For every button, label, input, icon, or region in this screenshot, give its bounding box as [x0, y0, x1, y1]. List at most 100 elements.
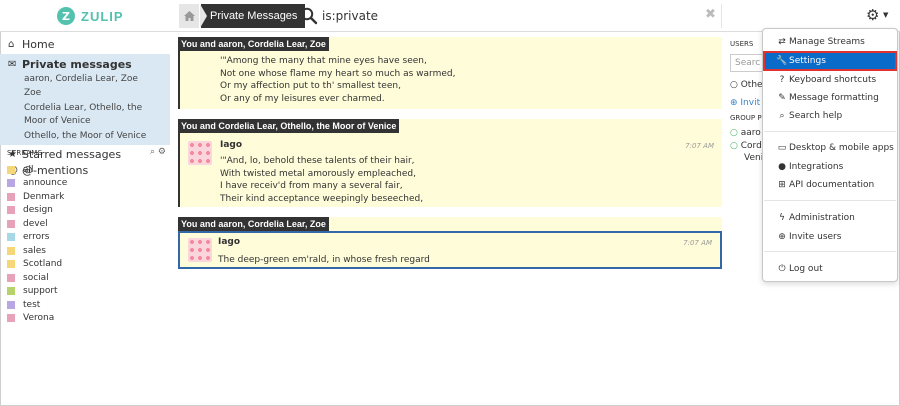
stream-item[interactable]: design	[7, 204, 67, 218]
message-line: Or any of my leisures ever charmed.	[220, 93, 385, 104]
question-circle-icon: ?	[779, 74, 785, 85]
menu-item-administration[interactable]: ϟ Administration	[764, 209, 896, 226]
pm-thread[interactable]: Cordelia Lear, Othello, the	[0, 102, 170, 115]
stream-name: announce	[23, 178, 68, 189]
stream-name: design	[23, 205, 53, 216]
stream-item[interactable]: Denmark	[7, 190, 67, 204]
recipient-header[interactable]: You and aaron, Cordelia Lear, Zoe	[178, 217, 329, 231]
nav-home[interactable]: ⌂ Home	[0, 37, 178, 52]
stream-color-swatch	[7, 246, 15, 255]
stream-item[interactable]: errors	[7, 231, 67, 245]
stream-color-swatch	[7, 206, 15, 215]
stream-name: Denmark	[23, 191, 65, 202]
desktop-icon: ▭	[777, 142, 787, 153]
stream-item[interactable]: all	[7, 163, 67, 177]
message-line: Their kind acceptance weepingly beseeche…	[220, 193, 424, 204]
breadcrumb-private-messages[interactable]: Private Messages	[199, 4, 306, 28]
menu-item-label: Settings	[789, 56, 826, 66]
recipient-bar[interactable]: You and aaron, Cordelia Lear, Zoe	[178, 217, 722, 231]
stream-list: all announce Denmark design devel errors sales…	[7, 163, 67, 325]
group-pm-label: Cord	[740, 141, 762, 151]
menu-item-label: API documentation	[789, 179, 875, 190]
stream-item[interactable]: announce	[7, 177, 67, 191]
private-messages-section: ✉ Private messages aaron, Cordelia Lear,…	[0, 54, 170, 145]
message-line: I have receiv'd from many a several fair…	[220, 181, 403, 191]
stream-color-swatch	[7, 260, 15, 269]
streams-tools: ⌕ ⚙	[150, 147, 166, 157]
stream-item[interactable]: social	[7, 271, 67, 285]
pencil-icon: ✎	[778, 92, 786, 103]
gear-icon[interactable]: ⚙	[158, 147, 166, 157]
sender-name[interactable]: Iago	[220, 140, 242, 150]
recipient-header[interactable]: You and Cordelia Lear, Othello, the Moor…	[178, 119, 400, 133]
pm-thread[interactable]: aaron, Cordelia Lear, Zoe	[0, 73, 170, 86]
menu-item-label: Log out	[789, 263, 823, 274]
search-streams-icon[interactable]: ⌕	[150, 147, 155, 157]
user-search-input[interactable]: Searc	[730, 54, 764, 72]
menu-divider	[764, 251, 896, 252]
menu-divider	[764, 131, 896, 132]
pm-thread[interactable]: Zoe	[0, 87, 170, 100]
message-row[interactable]: Iago 7:07 AM '"And, lo, behold these tal…	[178, 133, 722, 207]
stream-item[interactable]: support	[7, 285, 67, 299]
zulip-logo[interactable]: Z ZULIP	[57, 7, 124, 25]
menu-item-manage-streams[interactable]: ⇄ Manage Streams	[764, 33, 896, 50]
stream-item[interactable]: Scotland	[7, 258, 67, 272]
menu-item-message-formatting[interactable]: ✎ Message formatting	[764, 89, 896, 106]
github-icon: ●	[778, 161, 786, 172]
group-pm-label: aaro	[740, 128, 761, 138]
message-line: The deep-green em'rald, in whose fresh r…	[218, 255, 430, 265]
stream-item[interactable]: sales	[7, 244, 67, 258]
search-icon	[300, 7, 318, 25]
wrench-icon: 🔧	[776, 56, 788, 66]
envelope-icon: ✉	[8, 59, 17, 70]
menu-item-api-documentation[interactable]: ⊞ API documentation	[764, 176, 896, 193]
menu-item-label: Keyboard shortcuts	[789, 74, 877, 85]
stream-item[interactable]: devel	[7, 217, 67, 231]
search-input[interactable]: is:private	[322, 9, 378, 23]
nav-private-messages-label: Private messages	[22, 58, 132, 71]
stream-name: social	[23, 272, 49, 283]
menu-item-search-help[interactable]: ⌕ Search help	[764, 107, 896, 124]
menu-item-settings[interactable]: 🔧 Settings	[763, 51, 897, 71]
pm-thread[interactable]: Othello, the Moor of Venice	[0, 130, 170, 143]
streams-header: STREAMS	[7, 149, 43, 157]
close-icon[interactable]: ✖	[705, 7, 716, 22]
selected-message-row[interactable]: Iago 7:07 AM The deep-green em'rald, in …	[178, 231, 722, 269]
sender-name[interactable]: Iago	[218, 237, 240, 247]
message-line: Or my affection put to th' smallest teen…	[220, 81, 401, 91]
nav-private-messages[interactable]: ✉ Private messages	[0, 57, 170, 72]
stream-color-swatch	[7, 314, 15, 323]
caret-down-icon[interactable]: ▼	[883, 11, 888, 19]
pm-thread-continued[interactable]: Moor of Venice	[0, 115, 170, 128]
stream-color-swatch	[7, 219, 15, 228]
stream-color-swatch	[7, 233, 15, 242]
menu-item-invite-users[interactable]: ⊕ Invite users	[764, 228, 896, 245]
home-icon[interactable]	[179, 4, 199, 28]
recipient-header[interactable]: You and aaron, Cordelia Lear, Zoe	[178, 37, 329, 51]
message-line: '"Among the many that mine eyes have see…	[220, 56, 427, 66]
menu-item-desktop-mobile-apps[interactable]: ▭ Desktop & mobile apps	[764, 139, 896, 156]
plus-circle-icon: ⊕	[778, 231, 786, 242]
status-circle-icon: ○	[730, 128, 738, 138]
menu-item-integrations[interactable]: ● Integrations	[764, 158, 896, 175]
gear-icon[interactable]: ⚙	[866, 6, 879, 24]
menu-item-log-out[interactable]: ⏻ Log out	[764, 260, 896, 277]
message-time[interactable]: 7:07 AM	[683, 239, 712, 247]
menu-divider	[764, 200, 896, 201]
message-line: '"And, lo, behold these talents of their…	[220, 156, 415, 166]
recipient-bar[interactable]: You and Cordelia Lear, Othello, the Moor…	[178, 119, 722, 133]
menu-item-label: Integrations	[789, 161, 844, 172]
message-time[interactable]: 7:07 AM	[685, 142, 714, 150]
message-row[interactable]: '"Among the many that mine eyes have see…	[178, 51, 722, 109]
recipient-bar[interactable]: You and aaron, Cordelia Lear, Zoe	[178, 37, 722, 51]
message-line: Not one whose flame my heart so much as …	[220, 68, 456, 79]
menu-item-keyboard-shortcuts[interactable]: ? Keyboard shortcuts	[764, 71, 896, 88]
stream-item[interactable]: Verona	[7, 312, 67, 326]
message-list: You and aaron, Cordelia Lear, Zoe '"Amon…	[178, 37, 722, 269]
stream-name: Scotland	[23, 259, 63, 270]
stream-item[interactable]: test	[7, 298, 67, 312]
message-content: The deep-green em'rald, in whose fresh r…	[178, 254, 430, 267]
